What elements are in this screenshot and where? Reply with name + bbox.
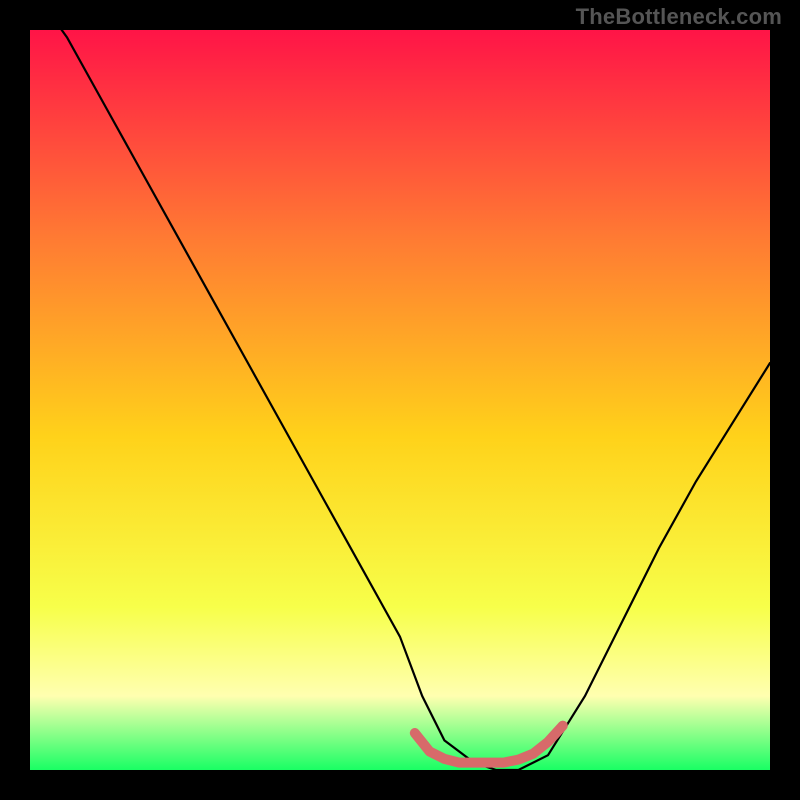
chart-container: TheBottleneck.com bbox=[0, 0, 800, 800]
chart-svg bbox=[30, 30, 770, 770]
plot-area bbox=[30, 30, 770, 770]
gradient-background bbox=[30, 30, 770, 770]
watermark-text: TheBottleneck.com bbox=[576, 4, 782, 30]
